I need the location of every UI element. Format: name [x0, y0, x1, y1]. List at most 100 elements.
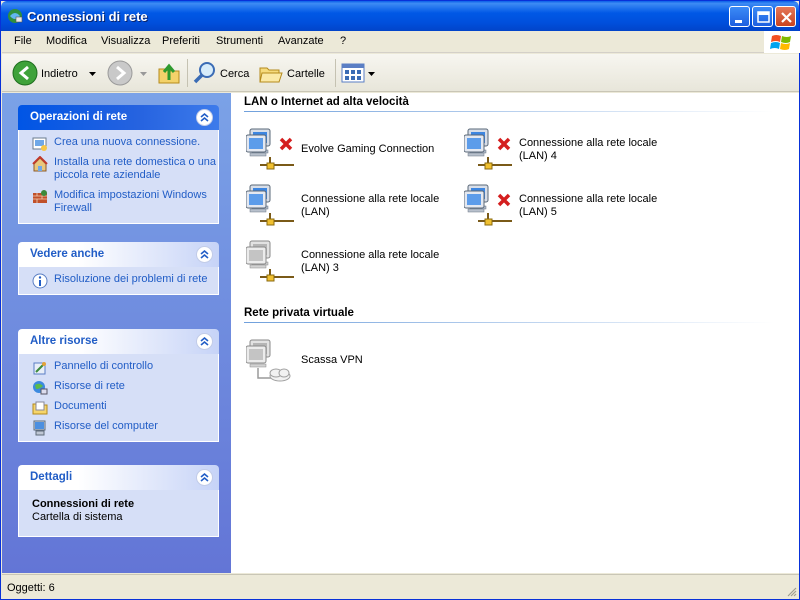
panel-details: Dettagli Connessioni di rete Cartella di… — [18, 465, 219, 537]
up-folder-button[interactable] — [157, 58, 183, 88]
lan-connected-icon — [246, 184, 294, 226]
double-chevron-up-icon — [200, 112, 209, 122]
minimize-button[interactable] — [729, 6, 750, 27]
task-pane: Operazioni di rete Crea una nuova connes… — [2, 93, 231, 573]
group-divider — [244, 111, 774, 112]
status-bar: Oggetti: 6 — [2, 574, 799, 599]
vpn-icon — [246, 339, 291, 382]
panel-see-also: Vedere anche Risoluzione dei problemi di… — [18, 242, 219, 295]
menu-modifica[interactable]: Modifica — [46, 35, 87, 47]
link-troubleshoot[interactable]: Risoluzione dei problemi di rete — [19, 273, 218, 289]
collapse-button[interactable] — [196, 109, 213, 126]
status-text: Oggetti: 6 — [7, 582, 55, 594]
lan-disconnected-icon — [464, 184, 512, 226]
info-icon — [32, 273, 48, 289]
maximize-button[interactable] — [752, 6, 773, 27]
windows-logo — [764, 31, 800, 53]
connection-item[interactable]: Connessione alla rete locale (LAN) 3 — [246, 239, 461, 287]
window-title: Connessioni di rete — [27, 9, 148, 24]
close-icon — [781, 12, 792, 23]
back-label: Indietro — [41, 68, 78, 80]
link-my-computer[interactable]: Risorse del computer — [19, 420, 218, 436]
documents-icon — [32, 401, 48, 415]
windows-flag-icon — [770, 35, 791, 50]
home-network-icon — [32, 156, 48, 172]
double-chevron-up-icon — [200, 336, 209, 346]
menu-bar: File Modifica Visualizza Preferiti Strum… — [2, 31, 800, 53]
back-button[interactable]: Indietro — [12, 58, 97, 88]
link-control-panel[interactable]: Pannello di controllo — [19, 360, 218, 375]
firewall-icon — [33, 190, 47, 203]
connection-item[interactable]: Evolve Gaming Connection — [246, 127, 461, 175]
collapse-button[interactable] — [196, 246, 213, 263]
panel-body: Pannello di controllo Risorse di rete Do… — [18, 354, 219, 442]
new-connection-icon — [32, 137, 47, 151]
panel-network-tasks: Operazioni di rete Crea una nuova connes… — [18, 105, 219, 224]
toolbar-separator — [335, 59, 336, 87]
double-chevron-up-icon — [200, 472, 209, 482]
panel-see-also-header[interactable]: Vedere anche — [18, 242, 219, 267]
minimize-icon — [735, 20, 742, 23]
maximize-icon — [757, 11, 770, 23]
forward-arrow-icon — [107, 60, 133, 86]
lan-disconnected-icon — [464, 128, 512, 170]
connection-item[interactable]: Connessione alla rete locale (LAN) 4 — [464, 127, 679, 175]
panel-network-tasks-header[interactable]: Operazioni di rete — [18, 105, 219, 130]
connection-name: Scassa VPN — [301, 354, 363, 366]
connection-item[interactable]: Scassa VPN — [246, 338, 461, 386]
toolbar: Indietro Cerca Cartelle — [2, 54, 799, 92]
title-bar[interactable]: Connessioni di rete — [1, 1, 799, 31]
my-computer-icon — [33, 420, 46, 436]
connection-name: Connessione alla rete locale (LAN) — [301, 193, 440, 218]
details-name: Connessioni di rete — [32, 498, 135, 510]
panel-other-places-header[interactable]: Altre risorse — [18, 329, 219, 354]
lan-disconnected-icon — [246, 128, 294, 170]
group-divider — [244, 322, 774, 323]
forward-button[interactable] — [107, 58, 152, 88]
panel-body: Connessioni di rete Cartella di sistema — [18, 490, 219, 537]
connection-item[interactable]: Connessione alla rete locale (LAN) 5 — [464, 183, 679, 231]
toolbar-separator — [187, 59, 188, 87]
back-arrow-icon — [12, 60, 38, 86]
link-network-places[interactable]: Risorse di rete — [19, 380, 218, 395]
link-firewall[interactable]: Modifica impostazioni Windows Firewall — [19, 189, 218, 215]
details-type: Cartella di sistema — [32, 511, 123, 523]
connection-name: Connessione alla rete locale (LAN) 5 — [519, 193, 658, 218]
search-icon — [193, 62, 215, 84]
views-button[interactable] — [341, 58, 375, 88]
folders-button[interactable]: Cartelle — [258, 58, 330, 88]
panel-details-header[interactable]: Dettagli — [18, 465, 219, 490]
double-chevron-up-icon — [200, 249, 209, 259]
panel-title: Operazioni di rete — [30, 111, 128, 123]
chevron-down-icon — [140, 72, 147, 76]
folders-icon — [259, 67, 283, 83]
connection-item[interactable]: Connessione alla rete locale (LAN) — [246, 183, 461, 231]
menu-help[interactable]: ? — [340, 35, 346, 47]
menu-strumenti[interactable]: Strumenti — [216, 35, 263, 47]
connection-name: Connessione alla rete locale (LAN) 4 — [519, 137, 658, 162]
menu-file[interactable]: File — [14, 35, 32, 47]
chevron-down-icon — [368, 72, 375, 76]
lan-disabled-icon — [246, 240, 294, 282]
content-area: LAN o Internet ad alta velocità Evolve G… — [231, 93, 799, 573]
panel-body: Risoluzione dei problemi di rete — [18, 267, 219, 295]
collapse-button[interactable] — [196, 333, 213, 350]
collapse-button[interactable] — [196, 469, 213, 486]
folders-label: Cartelle — [287, 68, 325, 80]
search-label: Cerca — [220, 68, 250, 80]
menu-visualizza[interactable]: Visualizza — [101, 35, 150, 47]
menu-preferiti[interactable]: Preferiti — [162, 35, 200, 47]
chevron-down-icon — [89, 72, 96, 76]
views-icon — [341, 63, 365, 83]
panel-title: Altre risorse — [30, 335, 98, 347]
link-documents[interactable]: Documenti — [19, 400, 218, 415]
close-button[interactable] — [775, 6, 796, 27]
search-button[interactable]: Cerca — [192, 58, 252, 88]
network-places-icon — [33, 381, 48, 395]
network-connections-icon — [8, 9, 23, 23]
panel-other-places: Altre risorse Pannello di controllo Riso… — [18, 329, 219, 442]
resize-grip-icon[interactable] — [785, 585, 797, 597]
link-home-network[interactable]: Installa una rete domestica o una piccol… — [19, 156, 218, 182]
link-new-connection[interactable]: Crea una nuova connessione. — [19, 136, 218, 151]
menu-avanzate[interactable]: Avanzate — [278, 35, 324, 47]
